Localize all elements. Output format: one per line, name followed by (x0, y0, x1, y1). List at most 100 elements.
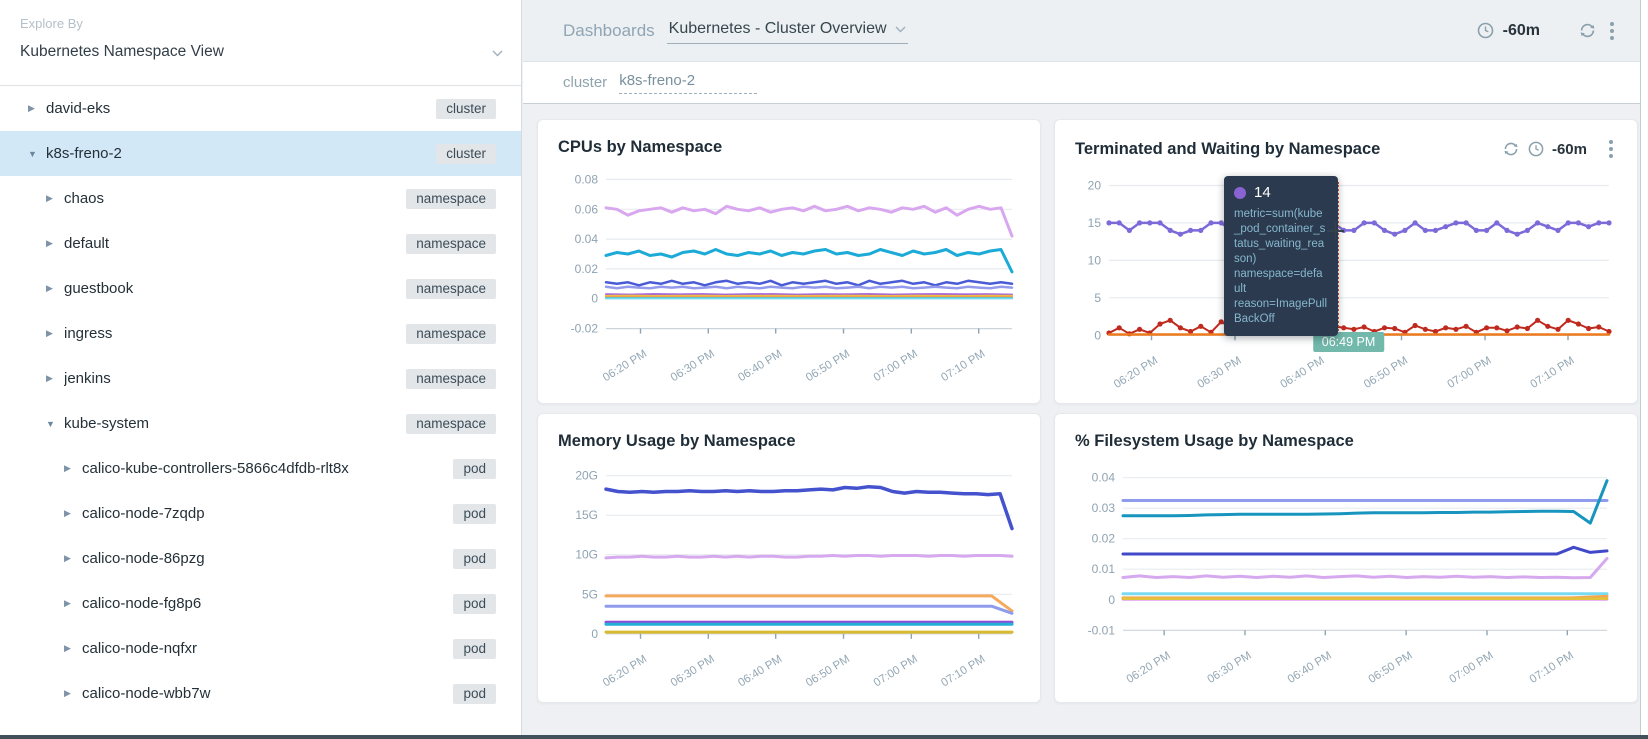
chevron-right-icon[interactable]: ▶ (64, 463, 82, 474)
tree-item-ingress[interactable]: ▶ingressnamespace (0, 311, 521, 356)
svg-text:06:20 PM: 06:20 PM (601, 653, 649, 689)
scope-key-label: cluster (563, 74, 607, 91)
scope-value-selector[interactable]: k8s-freno-2 (619, 72, 757, 94)
kebab-menu-icon[interactable] (1605, 138, 1617, 160)
chart-title: % Filesystem Usage by Namespace (1075, 432, 1354, 451)
svg-text:0.03: 0.03 (1092, 501, 1116, 515)
chevron-right-icon[interactable]: ▶ (64, 508, 82, 519)
svg-text:06:50 PM: 06:50 PM (1362, 355, 1410, 391)
svg-text:06:40 PM: 06:40 PM (736, 653, 784, 689)
chart-card: Terminated and Waiting by Namespace-60m2… (1054, 119, 1638, 404)
tree-item-guestbook[interactable]: ▶guestbooknamespace (0, 266, 521, 311)
chevron-down-icon[interactable]: ▼ (46, 419, 64, 429)
tree-item-david-eks[interactable]: ▶david-ekscluster (0, 86, 521, 131)
chevron-right-icon[interactable]: ▶ (46, 238, 64, 249)
chart-canvas[interactable]: 20G15G10G5G006:20 PM06:30 PM06:40 PM06:5… (558, 455, 1022, 691)
svg-text:0.08: 0.08 (575, 172, 599, 186)
tree-item-label: k8s-freno-2 (46, 145, 436, 162)
chevron-right-icon[interactable]: ▶ (64, 553, 82, 564)
scope-type-badge: namespace (406, 369, 496, 389)
svg-text:06:40 PM: 06:40 PM (1286, 650, 1334, 686)
explore-by-label: Explore By (20, 16, 501, 31)
svg-text:0.06: 0.06 (575, 202, 599, 216)
chart-card: Memory Usage by Namespace20G15G10G5G006:… (537, 413, 1041, 703)
chevron-right-icon[interactable]: ▶ (46, 373, 64, 384)
svg-text:07:00 PM: 07:00 PM (1447, 650, 1495, 686)
chart-plot-area[interactable]: 2015105006:20 PM06:30 PM06:40 PM06:50 PM… (1075, 164, 1617, 401)
dashboard-selector[interactable]: Kubernetes - Cluster Overview (667, 17, 908, 44)
view-selector[interactable]: Kubernetes Namespace View (20, 43, 501, 61)
tree-item-label: calico-node-fg8p6 (82, 595, 453, 612)
clock-icon[interactable] (1477, 22, 1494, 39)
chevron-right-icon[interactable]: ▶ (64, 598, 82, 609)
svg-text:06:30 PM: 06:30 PM (669, 653, 717, 689)
refresh-icon[interactable] (1578, 21, 1597, 40)
tree-item-chaos[interactable]: ▶chaosnamespace (0, 176, 521, 221)
chart-tooltip: 14 metric=sum(kube_pod_container_status_w… (1224, 176, 1338, 336)
tree-item-calico-node-7zqdp[interactable]: ▶calico-node-7zqdppod (0, 491, 521, 536)
tree-item-default[interactable]: ▶defaultnamespace (0, 221, 521, 266)
tree-item-calico-node-nqfxr[interactable]: ▶calico-node-nqfxrpod (0, 626, 521, 671)
chart-plot-area[interactable]: 0.040.030.020.010-0.0106:20 PM06:30 PM06… (1075, 455, 1617, 696)
tree-item-label: calico-node-wbb7w (82, 685, 453, 702)
chart-plot-area[interactable]: 0.080.060.040.020-0.0206:20 PM06:30 PM06… (558, 161, 1020, 398)
svg-text:10G: 10G (575, 548, 598, 562)
tree-item-calico-node-86pzg[interactable]: ▶calico-node-86pzgpod (0, 536, 521, 581)
clock-icon[interactable] (1528, 141, 1544, 157)
svg-text:0.01: 0.01 (1092, 562, 1116, 576)
chevron-right-icon[interactable]: ▶ (46, 328, 64, 339)
scope-type-badge: pod (453, 549, 496, 569)
chart-plot-area[interactable]: 20G15G10G5G006:20 PM06:30 PM06:40 PM06:5… (558, 455, 1020, 696)
window-bottom-edge (0, 735, 1648, 739)
chevron-right-icon[interactable]: ▶ (64, 688, 82, 699)
chart-card: % Filesystem Usage by Namespace 0.040.030… (1054, 413, 1638, 703)
scope-type-badge: cluster (436, 99, 496, 119)
chevron-right-icon[interactable]: ▶ (46, 193, 64, 204)
chevron-down-icon[interactable]: ▼ (28, 149, 46, 159)
tooltip-value: 14 (1254, 184, 1271, 201)
scope-type-badge: namespace (406, 189, 496, 209)
svg-text:07:10 PM: 07:10 PM (939, 653, 987, 689)
tree-item-label: chaos (64, 190, 406, 207)
tree-item-label: ingress (64, 325, 406, 342)
chart-canvas[interactable]: 2015105006:20 PM06:30 PM06:40 PM06:50 PM… (1075, 164, 1619, 396)
chart-canvas[interactable]: 0.040.030.020.010-0.0106:20 PM06:30 PM06… (1075, 455, 1619, 691)
refresh-icon[interactable] (1502, 140, 1520, 158)
svg-text:15: 15 (1088, 216, 1102, 230)
time-range-label[interactable]: -60m (1503, 22, 1540, 40)
tooltip-metric-text: metric=sum(kube_pod_container_status_wai… (1234, 207, 1328, 327)
chevron-right-icon[interactable]: ▶ (46, 283, 64, 294)
tree-item-calico-node-fg8p6[interactable]: ▶calico-node-fg8p6pod (0, 581, 521, 626)
tree-item-calico-kube-controllers-5866c4dfdb-rlt8x[interactable]: ▶calico-kube-controllers-5866c4dfdb-rlt8… (0, 446, 521, 491)
svg-text:07:00 PM: 07:00 PM (1445, 355, 1493, 391)
dashboard-title[interactable]: Kubernetes - Cluster Overview (669, 20, 887, 38)
chevron-right-icon[interactable]: ▶ (64, 643, 82, 654)
chart-card: CPUs by Namespace0.080.060.040.020-0.020… (537, 119, 1041, 404)
chart-canvas[interactable]: 0.080.060.040.020-0.0206:20 PM06:30 PM06… (558, 161, 1022, 393)
tree-item-label: default (64, 235, 406, 252)
tree-item-jenkins[interactable]: ▶jenkinsnamespace (0, 356, 521, 401)
svg-text:06:40 PM: 06:40 PM (736, 348, 784, 384)
tree-item-k8s-freno-2[interactable]: ▼k8s-freno-2cluster (0, 131, 521, 176)
svg-text:10: 10 (1088, 253, 1102, 267)
chevron-right-icon[interactable]: ▶ (28, 103, 46, 114)
tree-item-kube-system[interactable]: ▼kube-systemnamespace (0, 401, 521, 446)
svg-text:20: 20 (1088, 179, 1102, 193)
svg-text:07:00 PM: 07:00 PM (872, 348, 920, 384)
scope-type-badge: namespace (406, 414, 496, 434)
svg-text:06:30 PM: 06:30 PM (669, 348, 717, 384)
kebab-menu-icon[interactable] (1606, 20, 1618, 42)
scrollbar-track[interactable] (1640, 0, 1648, 739)
tree-item-label: calico-node-nqfxr (82, 640, 453, 657)
chevron-down-icon[interactable] (895, 20, 906, 38)
scope-tree: ▶david-ekscluster▼k8s-freno-2cluster▶cha… (0, 86, 521, 716)
svg-text:0.04: 0.04 (575, 232, 599, 246)
chart-title: CPUs by Namespace (558, 138, 722, 157)
tree-item-calico-node-wbb7w[interactable]: ▶calico-node-wbb7wpod (0, 671, 521, 716)
main-panel: Dashboards Kubernetes - Cluster Overview… (523, 0, 1640, 735)
chevron-down-icon[interactable] (492, 44, 503, 62)
svg-text:07:00 PM: 07:00 PM (872, 653, 920, 689)
scope-type-badge: pod (453, 459, 496, 479)
panels-grid: CPUs by Namespace0.080.060.040.020-0.020… (537, 119, 1640, 703)
panel-time-range-label[interactable]: -60m (1552, 141, 1587, 158)
